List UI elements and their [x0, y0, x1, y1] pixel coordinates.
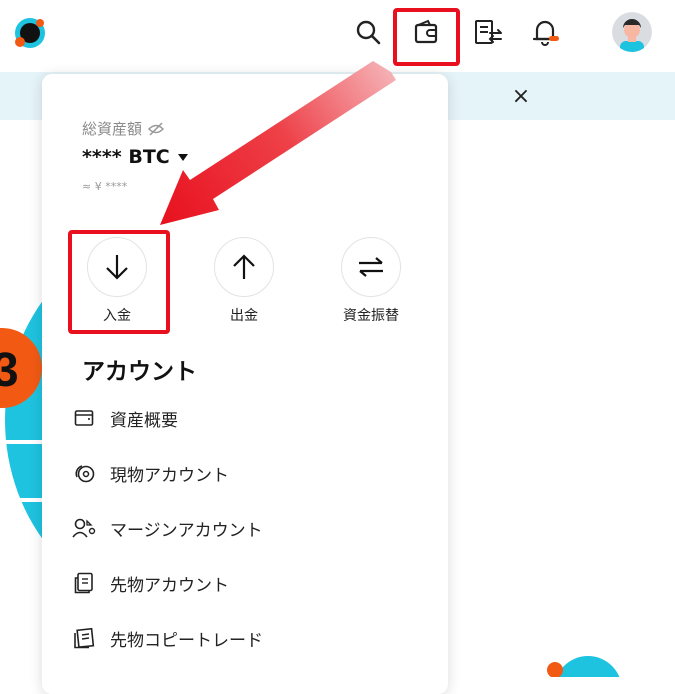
total-assets-value[interactable]: **** BTC — [82, 146, 188, 168]
menu-item-spot-account[interactable]: 現物アカウント — [72, 458, 229, 488]
avatar[interactable] — [612, 12, 652, 52]
arrow-up-icon — [214, 237, 274, 297]
copy-trade-icon — [72, 626, 96, 650]
caret-down-icon — [177, 153, 188, 161]
total-assets-label: 総資産額 — [82, 118, 165, 139]
menu-item-futures-copy-trade[interactable]: 先物コピートレード — [72, 623, 263, 653]
margin-icon — [72, 516, 96, 540]
logo-icon[interactable] — [12, 15, 48, 51]
asset-dropdown-panel: 総資産額 **** BTC ≈ ¥ **** 入金 出金 資金振替 アカウント … — [42, 74, 448, 694]
transfer-button[interactable]: 資金振替 — [326, 237, 416, 325]
wallet-highlight-box — [393, 8, 460, 66]
bell-icon[interactable] — [528, 14, 564, 50]
orders-icon[interactable] — [470, 14, 506, 50]
coin-icon — [72, 461, 96, 485]
eye-hidden-icon[interactable] — [148, 121, 165, 136]
svg-text:3: 3 — [0, 344, 19, 397]
menu-item-margin-account[interactable]: マージンアカウント — [72, 513, 263, 543]
total-assets-fiat: ≈ ¥ **** — [82, 180, 128, 193]
futures-icon — [72, 571, 96, 595]
menu-item-futures-account[interactable]: 先物アカウント — [72, 568, 229, 598]
wallet-outline-icon — [72, 406, 96, 430]
deposit-highlight-box — [68, 230, 170, 334]
banner-close-button[interactable]: × — [510, 86, 532, 108]
search-icon[interactable] — [350, 14, 386, 50]
close-icon: × — [511, 84, 531, 109]
withdraw-button[interactable]: 出金 — [199, 237, 289, 325]
account-section-title: アカウント — [82, 359, 197, 385]
menu-item-asset-overview[interactable]: 資産概要 — [72, 403, 178, 433]
transfer-icon — [341, 237, 401, 297]
top-bar — [0, 0, 675, 72]
